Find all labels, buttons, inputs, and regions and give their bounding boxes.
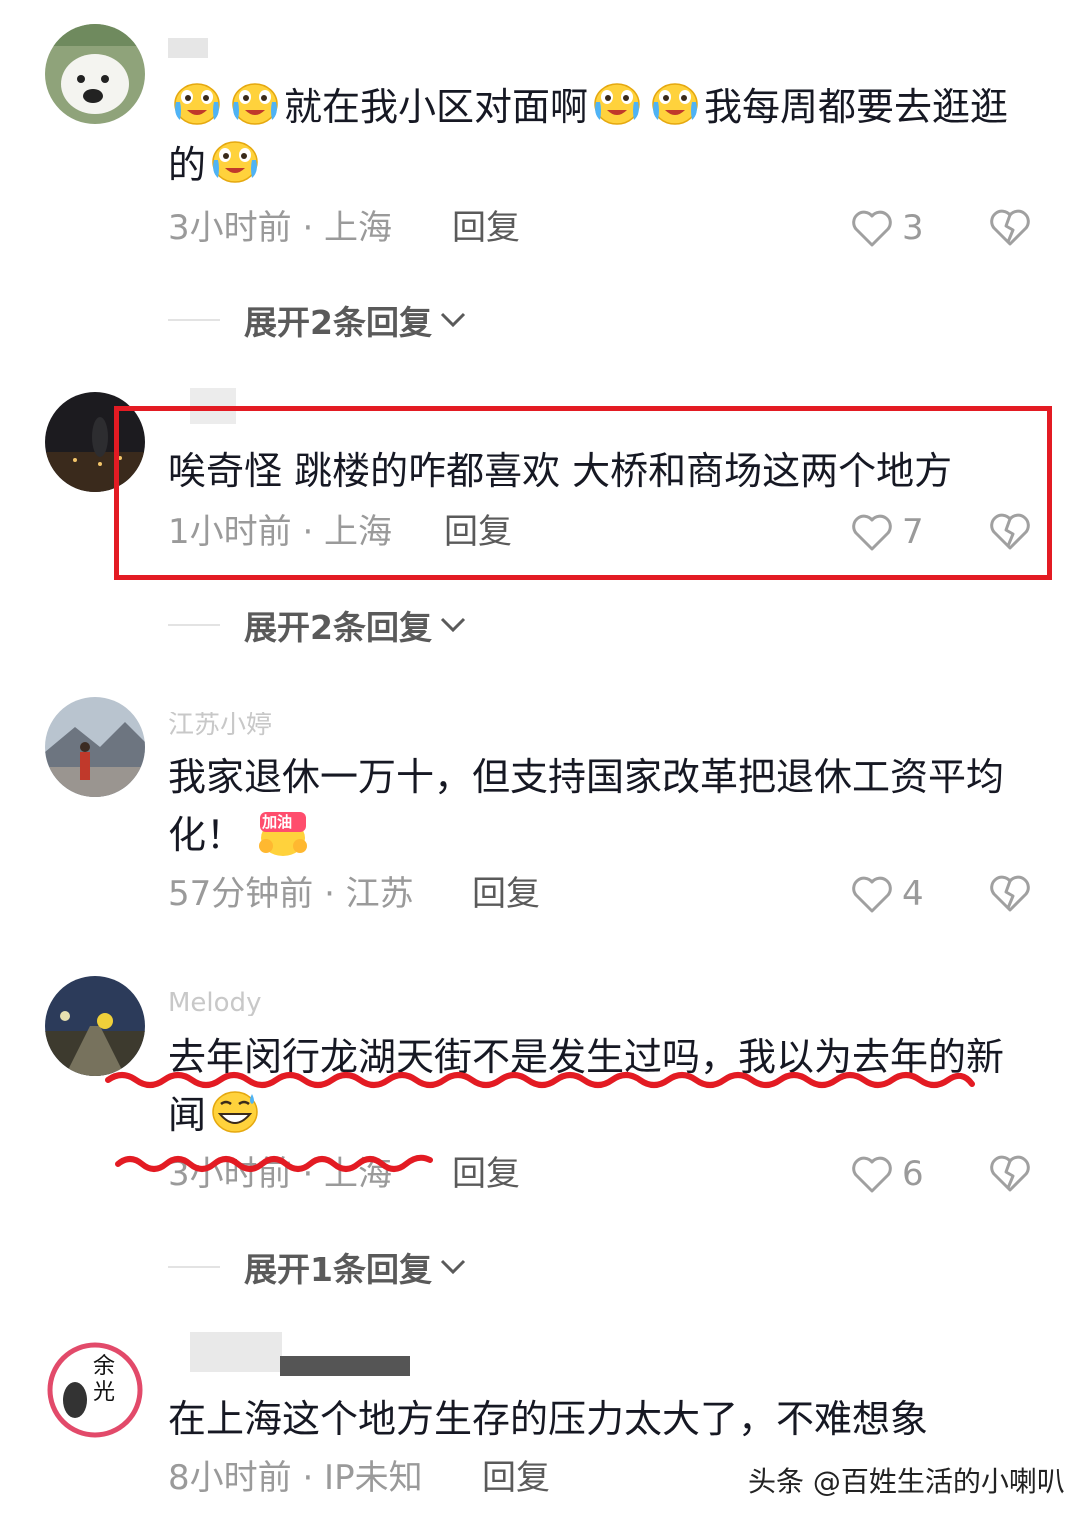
avatar-text: 余光 (93, 1354, 116, 1405)
like-button[interactable]: 3 (850, 206, 924, 250)
avatar[interactable] (45, 24, 145, 124)
comment-meta: 3小时前 · 上海 (168, 208, 393, 248)
reply-button[interactable]: 回复 (452, 1152, 520, 1196)
reply-button[interactable]: 回复 (452, 206, 520, 250)
avatar[interactable]: 余光 (45, 1340, 145, 1440)
divider-line (168, 1266, 220, 1268)
broken-heart-icon[interactable] (988, 872, 1032, 916)
username-blurred (280, 1356, 410, 1376)
divider-line (168, 624, 220, 626)
expand-replies-button[interactable]: 展开2条回复 (168, 298, 468, 342)
like-count: 6 (902, 1154, 924, 1194)
mountain-photo-avatar-icon (45, 697, 145, 797)
like-count: 3 (902, 208, 924, 248)
comment-meta: 57分钟前 · 江苏 (168, 874, 414, 914)
annotation-underline (105, 1072, 975, 1088)
comment-text: 就在我小区对面啊 我每周都要去逛逛的 (168, 78, 1028, 194)
like-button[interactable]: 4 (850, 872, 924, 916)
annotation-underline (115, 1154, 433, 1172)
chevron-down-icon (440, 1259, 466, 1275)
broken-heart-icon[interactable] (988, 1152, 1032, 1196)
watermark: 头条 @百姓生活的小喇叭 (748, 1465, 1065, 1498)
divider-line (168, 319, 220, 321)
heart-icon (852, 1156, 892, 1193)
heart-icon (852, 876, 892, 913)
like-count: 4 (902, 874, 924, 914)
like-button[interactable]: 6 (850, 1152, 924, 1196)
comment-text: 我家退休一万十，但支持国家改革把退休工资平均化！ 加油 (168, 755, 1005, 858)
comment-meta: 8小时前 · IP未知 (168, 1458, 423, 1498)
crying-laughing-emoji-icon (594, 83, 640, 125)
username-blurred (168, 38, 208, 58)
chevron-down-icon (440, 312, 466, 328)
comment-text: 在上海这个地方生存的压力太大了，不难想象 (168, 1397, 929, 1441)
jiayou-sticker-icon: 加油 (256, 808, 310, 858)
crying-laughing-emoji-icon (212, 141, 258, 183)
crying-laughing-emoji-icon (174, 83, 220, 125)
broken-heart-icon[interactable] (988, 206, 1032, 250)
heart-icon (852, 210, 892, 247)
street-photo-avatar-icon (45, 976, 145, 1076)
avatar[interactable] (45, 976, 145, 1076)
highlight-box (114, 406, 1052, 580)
expand-replies-button[interactable]: 展开1条回复 (168, 1245, 468, 1289)
chevron-down-icon (440, 617, 466, 633)
crying-laughing-emoji-icon (232, 83, 278, 125)
dog-avatar-icon (45, 24, 145, 124)
username-blurred (190, 1332, 282, 1372)
username[interactable]: Melody (168, 990, 261, 1016)
avatar[interactable] (45, 697, 145, 797)
reply-button[interactable]: 回复 (482, 1456, 550, 1500)
username[interactable]: 江苏小婷 (168, 712, 272, 738)
crying-laughing-emoji-icon (652, 83, 698, 125)
reply-button[interactable]: 回复 (472, 872, 540, 916)
expand-replies-button[interactable]: 展开2条回复 (168, 603, 468, 647)
